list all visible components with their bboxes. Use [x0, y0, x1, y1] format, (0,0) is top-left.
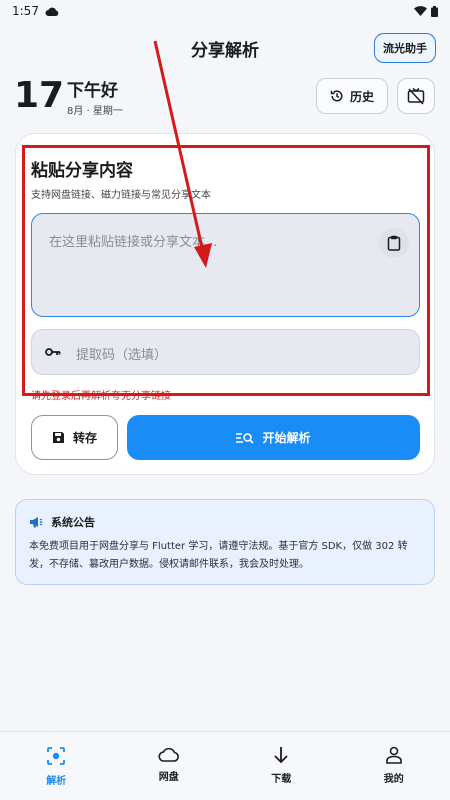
download-icon — [274, 747, 288, 764]
save-label: 转存 — [72, 431, 97, 445]
start-parse-button[interactable]: 开始解析 — [127, 415, 420, 460]
date-subtitle: 8月 · 星期一 — [67, 106, 123, 117]
save-icon — [52, 432, 64, 443]
card-subtitle: 支持网盘链接、磁力链接与常见分享文本 — [31, 190, 211, 201]
clipboard-icon — [387, 235, 401, 251]
history-button[interactable]: 历史 — [316, 78, 388, 114]
date-row: 17 下午好 8月 · 星期一 历史 — [14, 74, 436, 120]
greeting: 下午好 — [67, 81, 118, 101]
scan-icon — [47, 747, 66, 765]
list-search-icon — [236, 432, 255, 444]
person-icon — [385, 746, 402, 764]
megaphone-icon — [30, 517, 43, 528]
share-card: 粘贴分享内容 支持网盘链接、磁力链接与常见分享文本 在这里粘贴链接或分享文本..… — [15, 133, 435, 475]
parse-label: 开始解析 — [262, 431, 311, 445]
assistant-button[interactable]: 流光助手 — [374, 33, 436, 63]
card-title: 粘贴分享内容 — [31, 161, 133, 181]
date-day: 17 — [14, 75, 65, 116]
status-right — [414, 5, 438, 17]
status-bar: 1:57 — [0, 0, 450, 22]
save-button[interactable]: 转存 — [31, 415, 118, 460]
nav-label-download: 下载 — [271, 774, 292, 785]
paste-placeholder: 在这里粘贴链接或分享文本... — [49, 235, 218, 250]
notice-card: 系统公告 本免费项目用于网盘分享与 Flutter 学习，请遵守法规。基于官方 … — [15, 499, 435, 585]
cloud-status-icon — [45, 7, 59, 16]
battery-icon — [431, 5, 438, 17]
nav-item-profile[interactable]: 我的 — [338, 732, 450, 800]
wifi-icon — [414, 6, 427, 16]
code-placeholder: 提取码（选填） — [76, 348, 168, 363]
notice-body: 本免费项目用于网盘分享与 Flutter 学习，请遵守法规。基于官方 SDK，仅… — [29, 541, 408, 570]
bottom-nav: 解析 网盘 下载 我的 — [0, 731, 450, 800]
nav-item-cloud-drive[interactable]: 网盘 — [113, 732, 226, 800]
nav-label-cloud-drive: 网盘 — [158, 772, 179, 783]
nav-label-profile: 我的 — [383, 774, 404, 785]
login-warning: 请先登录后再解析夸克分享链接 — [31, 391, 171, 402]
status-left: 1:57 — [12, 4, 59, 18]
history-icon — [330, 90, 343, 102]
extract-code-input[interactable]: 提取码（选填） — [31, 329, 420, 375]
nav-item-parse[interactable]: 解析 — [0, 732, 113, 800]
nav-label-parse: 解析 — [46, 776, 67, 787]
paste-input[interactable]: 在这里粘贴链接或分享文本... — [31, 213, 420, 317]
key-icon — [45, 348, 61, 356]
page-title: 分享解析 — [191, 40, 259, 61]
tv-off-button[interactable] — [397, 78, 435, 114]
paste-clipboard-button[interactable] — [379, 228, 409, 258]
app-header: 分享解析 流光助手 — [0, 30, 450, 66]
nav-item-download[interactable]: 下载 — [225, 732, 338, 800]
notice-title: 系统公告 — [51, 516, 95, 529]
status-time: 1:57 — [12, 4, 39, 18]
history-label: 历史 — [349, 89, 374, 104]
cloud-icon — [158, 747, 179, 762]
tv-off-icon — [407, 87, 425, 105]
notice-header: 系统公告 — [29, 514, 95, 530]
